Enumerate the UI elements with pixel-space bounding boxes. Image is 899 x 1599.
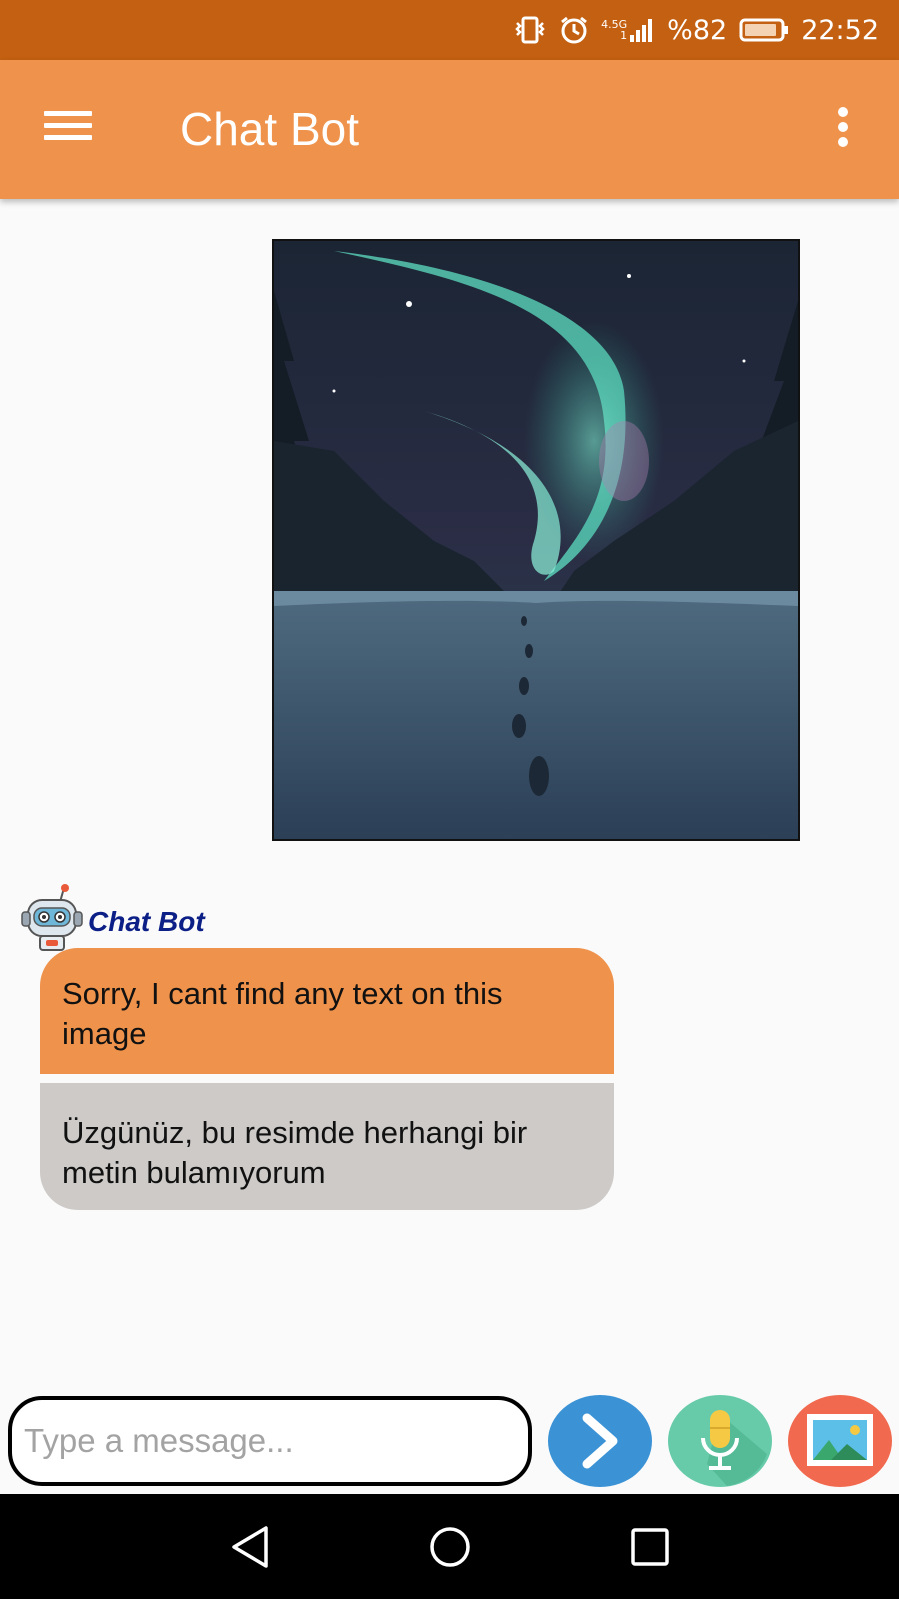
network-sub: 1 <box>620 29 628 42</box>
app-title: Chat Bot <box>180 103 359 155</box>
back-icon[interactable] <box>228 1522 274 1572</box>
microphone-icon <box>668 1395 772 1487</box>
clock-time: 22:52 <box>801 14 879 46</box>
aurora-photo-icon <box>274 241 798 839</box>
more-vert-icon[interactable] <box>828 102 858 158</box>
send-arrow-icon <box>548 1395 652 1487</box>
bot-message-header: Chat Bot <box>20 882 205 952</box>
alarm-icon <box>559 15 589 45</box>
sent-image-message[interactable] <box>272 239 800 841</box>
status-bar: 4.5G 1 %82 22:52 <box>0 0 899 60</box>
gallery-image-icon <box>788 1395 892 1487</box>
gallery-button[interactable] <box>787 1394 893 1488</box>
message-input[interactable] <box>8 1396 532 1486</box>
microphone-button[interactable] <box>667 1394 773 1488</box>
bot-message-english: Sorry, I cant find any text on this imag… <box>40 948 614 1074</box>
robot-avatar-icon <box>21 884 83 951</box>
app-bar: Chat Bot <box>0 60 899 199</box>
signal-icon: 4.5G 1 <box>601 17 655 43</box>
system-nav-bar <box>0 1494 899 1599</box>
home-icon[interactable] <box>427 1522 473 1572</box>
send-button[interactable] <box>547 1394 653 1488</box>
bot-sender-name: Chat Bot <box>88 906 205 937</box>
hamburger-menu-icon[interactable] <box>40 104 96 154</box>
vibrate-icon <box>513 15 547 45</box>
recent-apps-icon[interactable] <box>627 1522 673 1572</box>
bot-message-translation: Üzgünüz, bu resimde herhangi bir metin b… <box>40 1083 614 1210</box>
battery-icon <box>739 17 789 43</box>
battery-percent: %82 <box>667 14 728 46</box>
